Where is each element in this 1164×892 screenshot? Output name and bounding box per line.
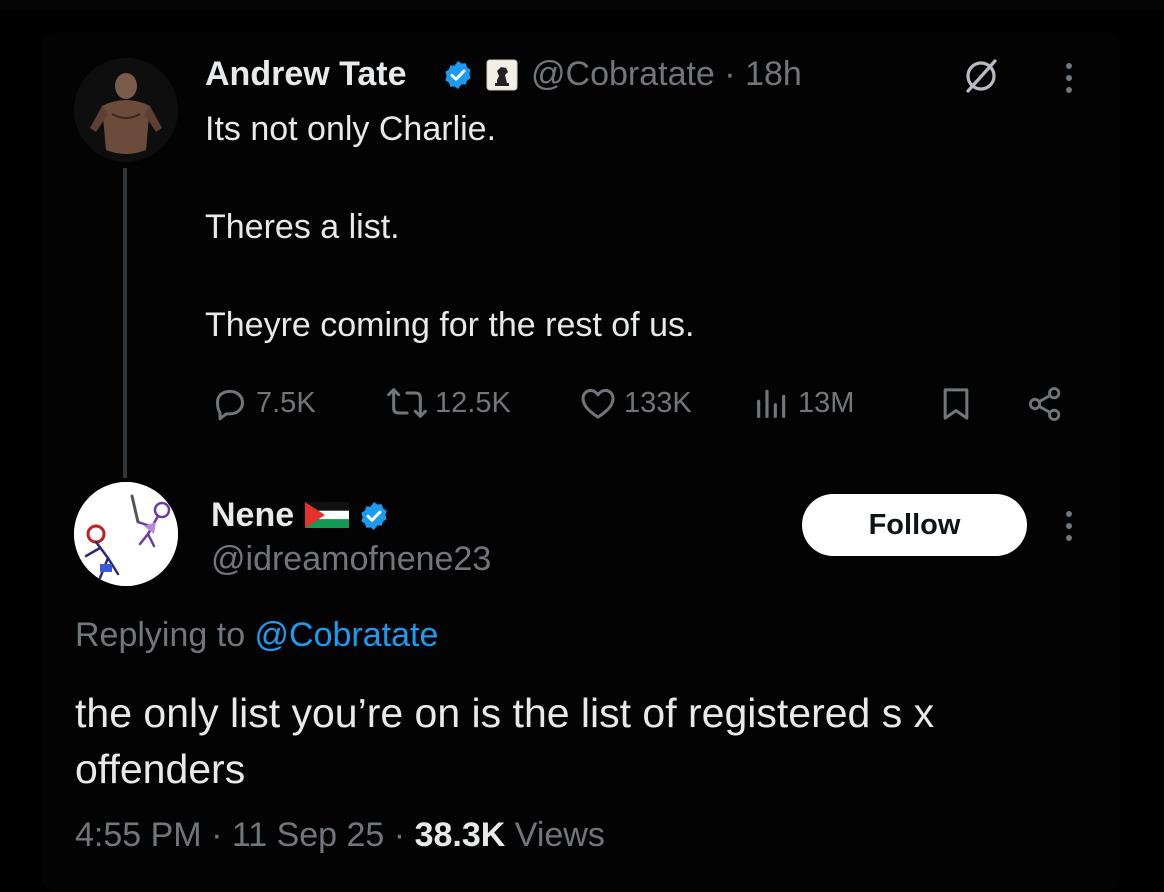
palestine-flag-icon [305, 502, 349, 533]
verified-badge-icon [442, 59, 474, 96]
repost-count: 12.5K [435, 386, 511, 419]
follow-button[interactable]: Follow [802, 494, 1027, 556]
more-icon[interactable] [1058, 508, 1080, 549]
views-icon [757, 389, 786, 418]
avatar[interactable] [74, 482, 178, 586]
replying-to-prefix: Replying to [75, 616, 255, 654]
views-count: 13M [798, 386, 855, 419]
time-separator: · [714, 55, 746, 93]
verified-badge-icon [358, 500, 390, 537]
tweet-text-line-3: Theyre coming for the rest of us. [205, 306, 695, 344]
top-edge [0, 0, 1164, 10]
reply-button[interactable]: 7.5K [210, 383, 316, 423]
meta-separator: · [384, 816, 415, 854]
reply-meta: 4:55 PM · 11 Sep 25 · 38.3K Views [75, 816, 605, 855]
reply-time[interactable]: 4:55 PM [75, 816, 202, 854]
reply-icon [216, 389, 244, 421]
share-icon[interactable] [1024, 384, 1066, 429]
repost-icon [387, 388, 427, 418]
author-handle[interactable]: @Cobratate [531, 55, 715, 93]
reply-views-label: Views [514, 816, 605, 854]
avatar[interactable] [74, 58, 178, 162]
tweet-time[interactable]: 18h [745, 55, 802, 93]
more-icon[interactable] [1058, 60, 1080, 101]
bookmark-icon[interactable] [936, 384, 976, 429]
handle-and-time: @Cobratate · 18h [531, 55, 802, 94]
repost-button[interactable]: 12.5K [385, 383, 511, 423]
like-icon [581, 389, 615, 419]
like-button[interactable]: 133K [578, 383, 692, 423]
views-button[interactable]: 13M [752, 383, 854, 423]
replying-to: Replying to @Cobratate [75, 616, 438, 655]
thread-line [123, 168, 127, 478]
affiliate-badge-icon[interactable] [486, 59, 518, 96]
meta-separator: · [201, 816, 232, 854]
reply-text: the only list you’re on is the list of r… [75, 690, 935, 792]
grok-icon[interactable] [960, 55, 1002, 102]
reply-author-handle[interactable]: @idreamofnene23 [211, 540, 491, 579]
reply-views-count: 38.3K [414, 816, 506, 854]
tweet-text-line-1: Its not only Charlie. [205, 110, 497, 148]
reply-date[interactable]: 11 Sep 25 [232, 816, 385, 854]
reply-author-name[interactable]: Nene [211, 496, 294, 535]
replying-to-handle[interactable]: @Cobratate [255, 616, 439, 654]
reply-count: 7.5K [256, 386, 316, 419]
tweet-text-line-2: Theres a list. [205, 208, 400, 246]
like-count: 133K [624, 386, 692, 419]
author-name[interactable]: Andrew Tate [205, 55, 407, 94]
